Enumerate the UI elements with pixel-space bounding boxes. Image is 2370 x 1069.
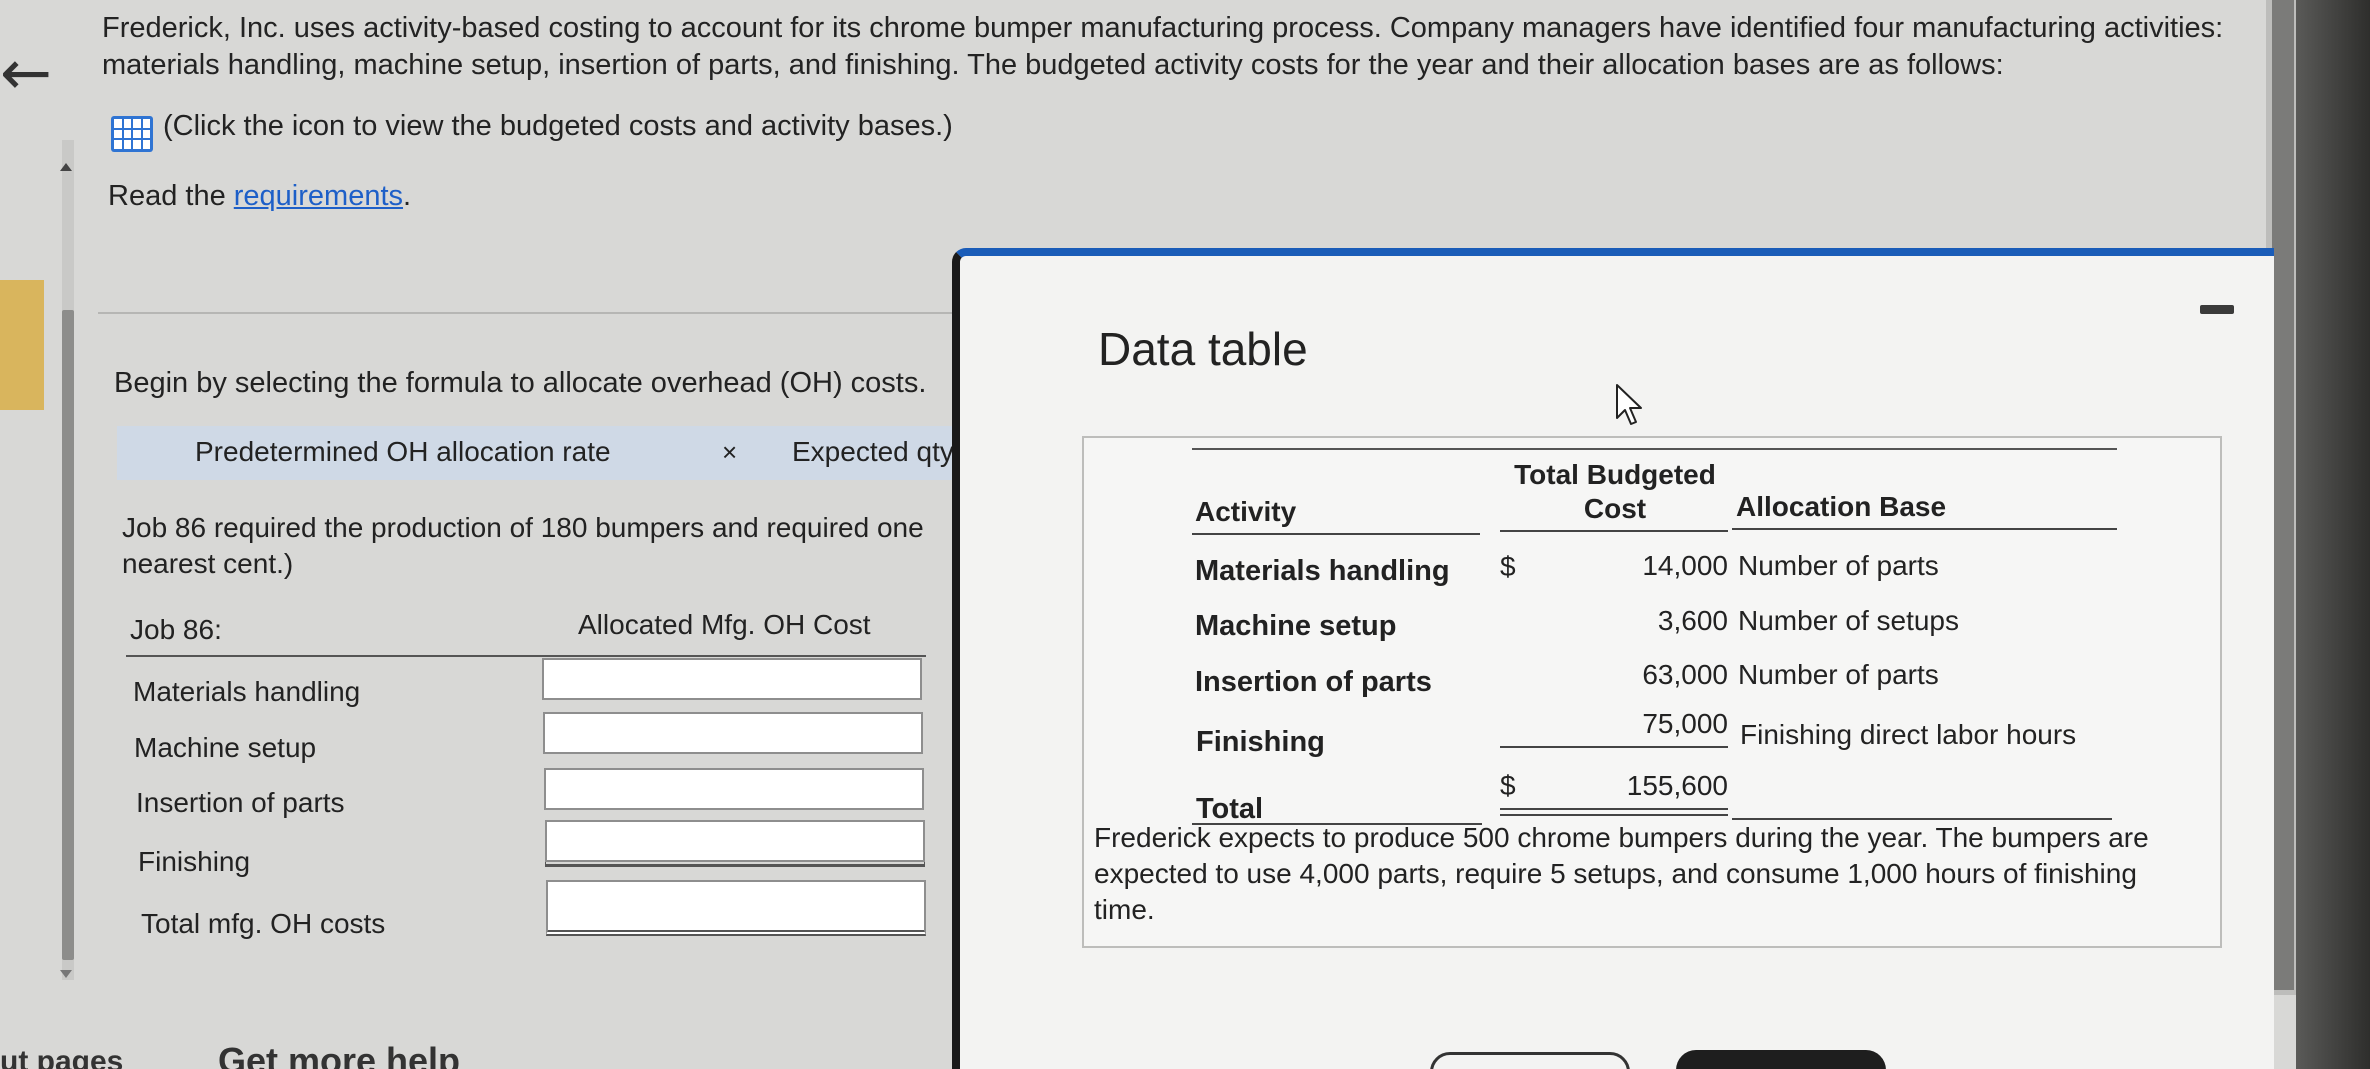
- done-button[interactable]: [1676, 1050, 1886, 1069]
- job-description-line2: nearest cent.): [122, 548, 294, 579]
- activity-name: Finishing: [1196, 726, 1325, 758]
- read-suffix: .: [403, 180, 412, 212]
- allocation-base: Finishing direct labor hours: [1740, 719, 2077, 750]
- formula-right-term[interactable]: Expected qty: [792, 432, 962, 472]
- next-pages-text: ut pages: [0, 1045, 124, 1069]
- scroll-down-icon[interactable]: [60, 970, 72, 978]
- header-rule: [1732, 528, 2117, 530]
- modal-title: Data table: [1098, 323, 1308, 375]
- header-cost: Total Budgeted Cost: [1510, 458, 1720, 526]
- total-mfg-oh-input[interactable]: [546, 880, 926, 936]
- allocation-base: Number of setups: [1738, 605, 1959, 636]
- finishing-input[interactable]: [545, 820, 925, 862]
- problem-text: Frederick, Inc. uses activity-based cost…: [102, 12, 2224, 81]
- allocation-base: Number of parts: [1738, 659, 1939, 690]
- read-prefix: Read the: [108, 180, 234, 212]
- job-row-label: Total mfg. OH costs: [141, 908, 386, 939]
- cost-value: 3,600: [1657, 605, 1728, 636]
- header-activity: Activity: [1195, 496, 1297, 527]
- header-rule: [1500, 530, 1728, 532]
- table-top-rule: [1192, 448, 2117, 450]
- header-allocation-base: Allocation Base: [1736, 491, 1947, 522]
- right-scrollbar-thumb[interactable]: [2272, 0, 2294, 990]
- job-row-label: Materials handling: [133, 676, 361, 707]
- section-divider: [98, 312, 958, 314]
- job-header-column: Allocated Mfg. OH Cost: [578, 609, 871, 640]
- job-row-label: Machine setup: [134, 732, 317, 763]
- job-description-line1: Job 86 required the production of 180 bu…: [122, 512, 924, 543]
- header-cost-line1: Total Budgeted: [1514, 459, 1716, 490]
- activity-name: Insertion of parts: [1195, 666, 1432, 698]
- back-arrow-icon[interactable]: ←: [0, 38, 60, 108]
- data-table-note: Frederick expects to produce 500 chrome …: [1094, 822, 2149, 925]
- materials-handling-input[interactable]: [542, 658, 922, 700]
- header-cost-line2: Cost: [1583, 493, 1647, 524]
- right-edge-panel: [2296, 0, 2370, 1069]
- formula-operator: ×: [722, 437, 738, 467]
- cost-subtotal-rule: [1500, 746, 1728, 748]
- activity-name: Materials handling: [1195, 555, 1450, 587]
- read-requirements: Read the requirements.: [108, 178, 411, 215]
- data-table-icon[interactable]: [111, 116, 153, 152]
- formula-left-term[interactable]: Predetermined OH allocation rate: [195, 432, 611, 472]
- cost-value: 63,000: [1642, 659, 1728, 690]
- cost-value: 14,000: [1642, 550, 1728, 581]
- insertion-of-parts-input[interactable]: [544, 768, 924, 810]
- click-icon-text: (Click the icon to view the budgeted cos…: [163, 110, 953, 142]
- left-scrollbar-thumb[interactable]: [62, 310, 74, 960]
- cost-dollar-sign: $: [1500, 551, 1516, 582]
- job-header-label: Job 86:: [130, 614, 222, 645]
- job-header-rule: [126, 655, 926, 657]
- scroll-up-icon[interactable]: [60, 163, 72, 171]
- total-cost-value: 155,600: [1626, 770, 1728, 801]
- print-button[interactable]: [1430, 1052, 1630, 1069]
- get-more-help-link[interactable]: Get more help: [218, 1040, 460, 1069]
- total-double-rule: [1500, 808, 1728, 816]
- requirements-link[interactable]: requirements: [234, 180, 403, 212]
- activity-name: Machine setup: [1195, 610, 1397, 642]
- machine-setup-input[interactable]: [543, 712, 923, 754]
- job-row-label: Insertion of parts: [136, 787, 345, 818]
- allocation-base: Number of parts: [1738, 550, 1939, 581]
- cost-value: 75,000: [1642, 708, 1728, 739]
- header-rule: [1192, 533, 1480, 535]
- mouse-cursor-icon: [1616, 384, 1642, 425]
- left-side-tab[interactable]: [0, 280, 44, 410]
- formula-prompt: Begin by selecting the formula to alloca…: [114, 367, 927, 399]
- job-row-label: Finishing: [138, 846, 251, 877]
- job-description: Job 86 required the production of 180 bu…: [122, 510, 962, 582]
- minimize-icon[interactable]: [2200, 305, 2234, 314]
- total-dollar-sign: $: [1500, 770, 1516, 801]
